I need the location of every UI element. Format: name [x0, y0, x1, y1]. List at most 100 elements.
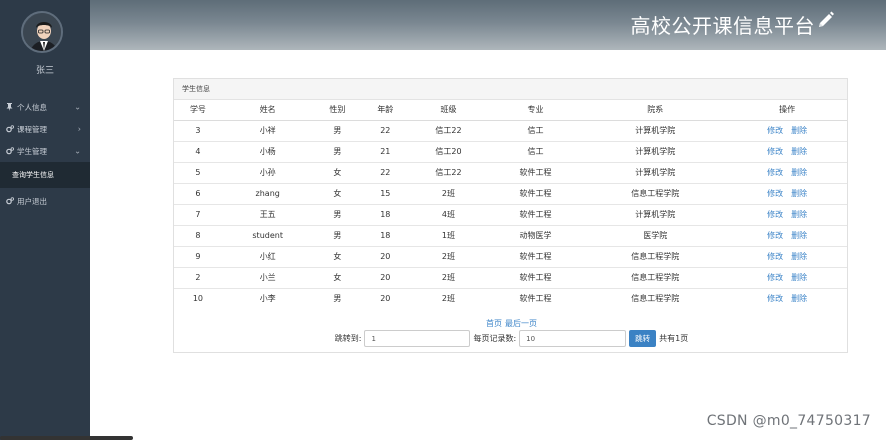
- table-cell: 信工: [487, 140, 584, 162]
- sidebar-item-course-management[interactable]: 课程管理 ›: [0, 118, 90, 140]
- page-size-label: 每页记录数:: [473, 334, 517, 343]
- table-cell: 男: [313, 203, 362, 225]
- avatar: [21, 11, 63, 53]
- table-cell: 信息工程学院: [583, 245, 728, 267]
- action-cell: 修改 删除: [727, 140, 847, 162]
- table-row: 3 小祥男 22 信工22 信工 计算机学院 修改 删除: [174, 119, 847, 141]
- table-cell: 女: [313, 182, 362, 204]
- horizontal-scrollbar[interactable]: [0, 436, 133, 440]
- table-cell: 8: [174, 224, 222, 246]
- jump-page-input[interactable]: 1: [364, 330, 471, 347]
- sidebar-item-personal-info[interactable]: 个人信息 ⌄: [0, 96, 90, 118]
- table-cell: 软件工程: [487, 245, 584, 267]
- username: 张三: [35, 66, 54, 76]
- table-cell: 软件工程: [487, 161, 584, 183]
- page-title: 高校公开课信息平台: [631, 10, 834, 39]
- total-pages: 共有1页: [659, 334, 689, 343]
- edit-link[interactable]: 修改: [767, 210, 783, 219]
- edit-link[interactable]: 修改: [767, 294, 783, 303]
- table-cell: 2: [174, 266, 222, 288]
- table-cell: 软件工程: [487, 182, 584, 204]
- delete-link[interactable]: 删除: [791, 273, 807, 282]
- delete-link[interactable]: 删除: [791, 252, 807, 261]
- table-cell: 信息工程学院: [583, 266, 728, 288]
- submenu-item-query-students[interactable]: 查询学生信息: [0, 162, 90, 188]
- table-row: 10 小李男 20 2班 软件工程 信息工程学院 修改 删除: [174, 287, 847, 309]
- last-page-link[interactable]: 最后一页: [505, 319, 537, 328]
- action-cell: 修改 删除: [727, 287, 847, 309]
- table-cell: 9: [174, 245, 222, 267]
- edit-link[interactable]: 修改: [767, 147, 783, 156]
- table-cell: 15: [361, 182, 410, 204]
- table-cell: 小李: [221, 287, 314, 309]
- table-cell: 6: [174, 182, 222, 204]
- table-cell: 计算机学院: [583, 119, 728, 141]
- pencil-icon: [816, 10, 834, 28]
- table-cell: 信工22: [409, 119, 488, 141]
- column-header: 学号: [174, 100, 222, 121]
- table-cell: 王五: [221, 203, 314, 225]
- table-cell: 18: [361, 203, 410, 225]
- edit-link[interactable]: 修改: [767, 273, 783, 282]
- first-page-link[interactable]: 首页: [486, 319, 502, 328]
- table-body: 3 小祥男 22 信工22 信工 计算机学院 修改 删除 4 小杨男 21 信工20 信工 计算机学院 修改…: [174, 119, 847, 309]
- table-row: 4 小杨男 21 信工20 信工 计算机学院 修改 删除: [174, 140, 847, 162]
- edit-link[interactable]: 修改: [767, 231, 783, 240]
- delete-link[interactable]: 删除: [791, 294, 807, 303]
- sidebar-item-logout[interactable]: 用户退出: [0, 190, 90, 212]
- jump-button[interactable]: 跳转: [629, 330, 657, 347]
- delete-link[interactable]: 删除: [791, 231, 807, 240]
- edit-link[interactable]: 修改: [767, 168, 783, 177]
- table-cell: 2班: [409, 245, 488, 267]
- action-cell: 修改 删除: [727, 119, 847, 141]
- delete-link[interactable]: 删除: [791, 168, 807, 177]
- table-cell: 计算机学院: [583, 203, 728, 225]
- action-cell: 修改 删除: [727, 266, 847, 288]
- table-cell: 信工20: [409, 140, 488, 162]
- table-cell: 1班: [409, 224, 488, 246]
- pin-icon: [5, 103, 14, 111]
- table-cell: 7: [174, 203, 222, 225]
- table-cell: 3: [174, 119, 222, 141]
- table-cell: 女: [313, 245, 362, 267]
- table-cell: 信息工程学院: [583, 287, 728, 309]
- delete-link[interactable]: 删除: [791, 126, 807, 135]
- table-cell: 小祥: [221, 119, 314, 141]
- cogs-icon: [5, 125, 14, 133]
- table-row: 5 小孙女 22 信工22 软件工程 计算机学院 修改 删除: [174, 161, 847, 183]
- table-cell: 动物医学: [487, 224, 584, 246]
- chevron-down-icon: ⌄: [74, 102, 81, 112]
- column-header: 性别: [313, 100, 362, 121]
- page-size-input[interactable]: 10: [519, 330, 627, 347]
- student-info-panel: 学生信息 学号 姓名 性别 年龄 班级 专业 院系 操作 3 小祥男 22 信工22 信工 计算机学院修…: [173, 78, 848, 353]
- table-cell: 女: [313, 161, 362, 183]
- delete-link[interactable]: 删除: [791, 210, 807, 219]
- table-cell: 2班: [409, 266, 488, 288]
- edit-link[interactable]: 修改: [767, 126, 783, 135]
- submenu: 查询学生信息: [0, 162, 90, 188]
- delete-link[interactable]: 删除: [791, 189, 807, 198]
- table-cell: 计算机学院: [583, 161, 728, 183]
- chevron-right-icon: ›: [77, 124, 81, 134]
- table-cell: 22: [361, 161, 410, 183]
- student-table: 学号 姓名 性别 年龄 班级 专业 院系 操作 3 小祥男 22 信工22 信工 计算机学院 修改 删除 4 小…: [174, 100, 847, 309]
- jump-label: 跳转到:: [334, 334, 362, 343]
- sidebar-item-student-management[interactable]: 学生管理 ⌄: [0, 140, 90, 162]
- column-header: 班级: [409, 100, 488, 121]
- edit-link[interactable]: 修改: [767, 252, 783, 261]
- table-cell: 21: [361, 140, 410, 162]
- table-cell: 信工: [487, 119, 584, 141]
- watermark: CSDN @m0_74750317: [706, 413, 871, 429]
- table-cell: 小红: [221, 245, 314, 267]
- sidebar-menu: 个人信息 ⌄ 课程管理 › 学生管理 ⌄ 查询学生信息 用户退出: [0, 96, 90, 212]
- table-row: 2 小兰女 20 2班 软件工程 信息工程学院 修改 删除: [174, 266, 847, 288]
- table-cell: 信息工程学院: [583, 182, 728, 204]
- edit-link[interactable]: 修改: [767, 189, 783, 198]
- delete-link[interactable]: 删除: [791, 147, 807, 156]
- table-cell: 小兰: [221, 266, 314, 288]
- table-cell: 软件工程: [487, 287, 584, 309]
- action-cell: 修改 删除: [727, 203, 847, 225]
- pagination-links: 首页 最后一页: [174, 318, 849, 329]
- column-header: 姓名: [221, 100, 314, 121]
- panel-title: 学生信息: [174, 79, 847, 100]
